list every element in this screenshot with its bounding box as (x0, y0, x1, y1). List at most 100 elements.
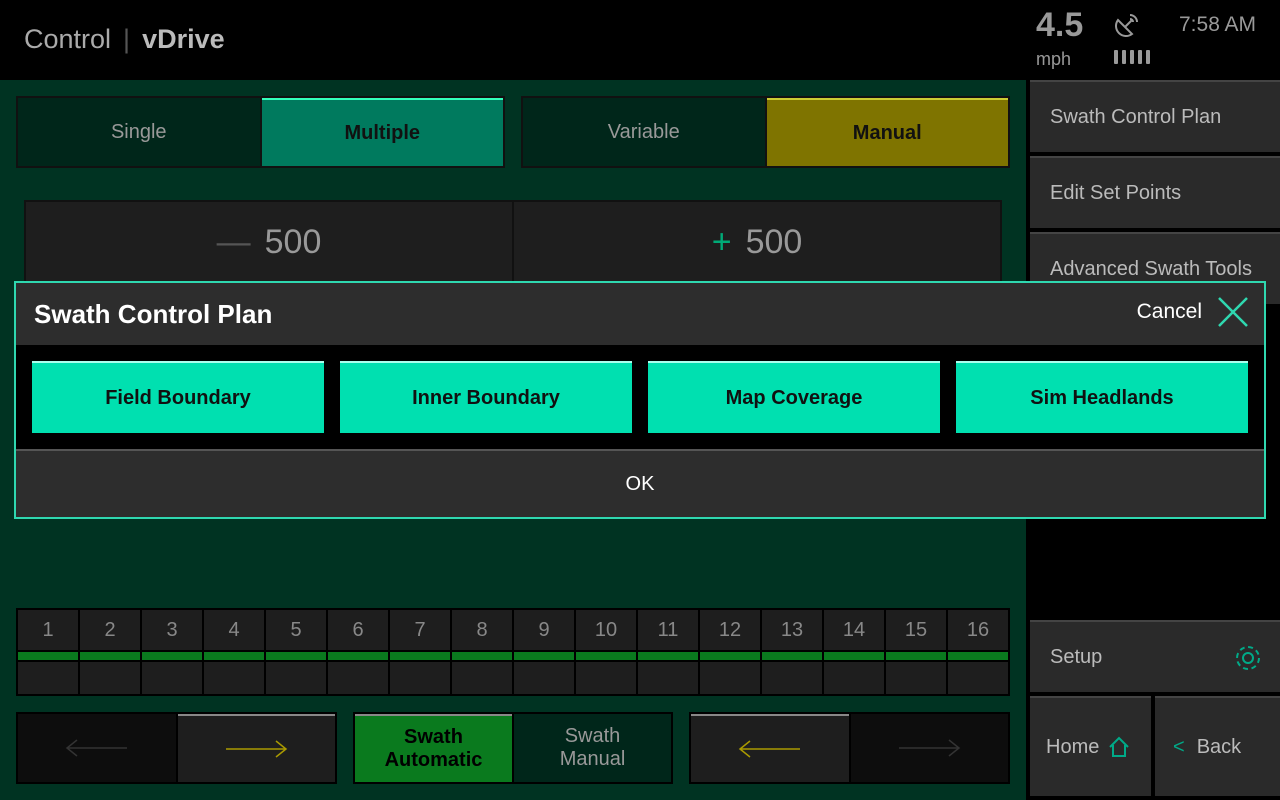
tab-single[interactable]: Single (18, 98, 260, 166)
section-10[interactable]: 10 (576, 610, 636, 694)
tab-variable[interactable]: Variable (523, 98, 765, 166)
dialog-header: Swath Control Plan Cancel (16, 283, 1264, 345)
arrow-right-icon (226, 740, 288, 758)
section-number: 16 (948, 610, 1008, 650)
page-title: Control | vDrive (24, 24, 225, 54)
section-status-bar (204, 652, 264, 660)
section-1[interactable]: 1 (18, 610, 78, 694)
section-number: 13 (762, 610, 822, 650)
section-9[interactable]: 9 (514, 610, 574, 694)
section-status-bar (948, 652, 1008, 660)
swath-automatic-button[interactable]: Swath Automatic (355, 714, 512, 782)
map-coverage-button[interactable]: Map Coverage (648, 361, 940, 433)
section-15[interactable]: 15 (886, 610, 946, 694)
inner-boundary-button[interactable]: Inner Boundary (340, 361, 632, 433)
speed-unit: mph (1036, 49, 1072, 69)
close-icon (1218, 297, 1248, 327)
section-number: 11 (638, 610, 698, 650)
section-number: 12 (700, 610, 760, 650)
shift-right-button-right[interactable] (850, 714, 1008, 782)
decrease-value: 500 (264, 222, 322, 261)
swath-control-plan-dialog: Swath Control Plan Cancel Field Boundary… (14, 281, 1266, 519)
setup-button[interactable]: Setup (1030, 620, 1280, 692)
app-name: Control (24, 24, 112, 54)
section-indicator (266, 662, 326, 694)
section-14[interactable]: 14 (824, 610, 884, 694)
shift-left-button-right[interactable] (691, 714, 849, 782)
section-status-bar (576, 652, 636, 660)
section-status-bar (452, 652, 512, 660)
section-status-bar (142, 652, 202, 660)
increase-value: 500 (745, 222, 803, 261)
arrow-right-icon (899, 739, 961, 757)
section-13[interactable]: 13 (762, 610, 822, 694)
signal-bars-icon (1114, 50, 1150, 64)
back-label: Back (1196, 735, 1242, 758)
section-number: 8 (452, 610, 512, 650)
section-12[interactable]: 12 (700, 610, 760, 694)
section-indicator (142, 662, 202, 694)
sim-headlands-button[interactable]: Sim Headlands (956, 361, 1248, 433)
decrease-rate-button[interactable]: — 500 (24, 200, 514, 284)
section-8[interactable]: 8 (452, 610, 512, 694)
section-number: 10 (576, 610, 636, 650)
section-status-bar (700, 652, 760, 660)
shift-left-button[interactable] (18, 714, 176, 782)
ok-button[interactable]: OK (16, 449, 1264, 517)
section-number: 5 (266, 610, 326, 650)
section-3[interactable]: 3 (142, 610, 202, 694)
home-label: Home (1046, 735, 1100, 758)
left-shift-controls (16, 712, 337, 784)
increase-rate-button[interactable]: +500 (512, 200, 1002, 284)
swath-auto-line2: Automatic (384, 749, 483, 771)
section-number: 6 (328, 610, 388, 650)
arrow-left-icon (65, 739, 127, 757)
tab-manual[interactable]: Manual (766, 98, 1008, 166)
sidebar-item-edit-set-points[interactable]: Edit Set Points (1030, 156, 1280, 228)
sidebar-item-swath-control-plan[interactable]: Swath Control Plan (1030, 80, 1280, 152)
swath-mode-toggle: Swath Automatic Swath Manual (353, 712, 673, 784)
section-indicator (948, 662, 1008, 694)
swath-auto-line1: Swath (404, 726, 463, 748)
section-indicator (700, 662, 760, 694)
mode-tabs: Single Multiple (16, 96, 505, 168)
chevron-left-icon: < (1173, 735, 1185, 758)
section-status-bar (514, 652, 574, 660)
section-status-bar (80, 652, 140, 660)
section-11[interactable]: 11 (638, 610, 698, 694)
swath-manual-button[interactable]: Swath Manual (514, 714, 671, 782)
section-16[interactable]: 16 (948, 610, 1008, 694)
section-number: 2 (80, 610, 140, 650)
section-status-bar (824, 652, 884, 660)
section-indicator (886, 662, 946, 694)
section-number: 1 (18, 610, 78, 650)
section-5[interactable]: 5 (266, 610, 326, 694)
section-number: 7 (390, 610, 450, 650)
tab-multiple[interactable]: Multiple (261, 98, 503, 166)
cancel-button[interactable]: Cancel (1137, 295, 1250, 329)
back-button[interactable]: < Back (1155, 696, 1280, 796)
section-status-bar (762, 652, 822, 660)
section-status-bar (638, 652, 698, 660)
section-indicator (514, 662, 574, 694)
section-4[interactable]: 4 (204, 610, 264, 694)
section-indicator (80, 662, 140, 694)
field-boundary-button[interactable]: Field Boundary (32, 361, 324, 433)
section-status-bar (390, 652, 450, 660)
top-bar: Control | vDrive 4.5 mph 7:58 AM (0, 0, 1280, 80)
section-status-bar (266, 652, 326, 660)
section-indicator (328, 662, 388, 694)
section-7[interactable]: 7 (390, 610, 450, 694)
section-number: 4 (204, 610, 264, 650)
page-name: vDrive (142, 24, 225, 54)
setup-label: Setup (1050, 645, 1103, 668)
rate-tabs: Variable Manual (521, 96, 1010, 168)
cancel-label: Cancel (1136, 300, 1202, 323)
home-button[interactable]: Home (1030, 696, 1151, 796)
section-6[interactable]: 6 (328, 610, 388, 694)
shift-right-button[interactable] (177, 714, 335, 782)
section-2[interactable]: 2 (80, 610, 140, 694)
section-indicator (452, 662, 512, 694)
section-status-bar (18, 652, 78, 660)
swath-manual-line1: Swath (564, 725, 621, 747)
